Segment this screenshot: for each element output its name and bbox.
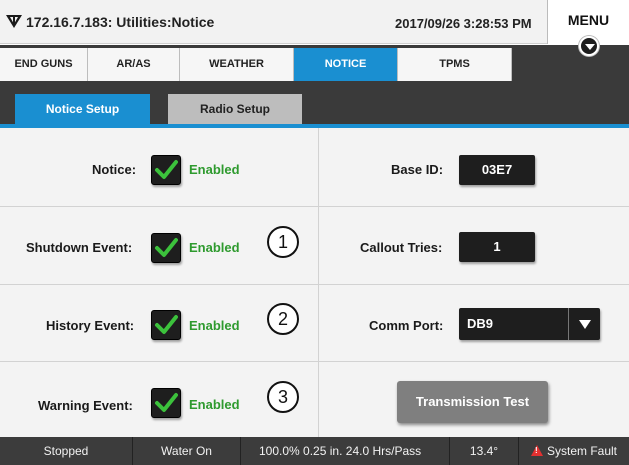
history-event-checkbox[interactable] xyxy=(151,310,181,340)
status-percent: 100.0% xyxy=(259,444,300,458)
comm-port-label: Comm Port: xyxy=(369,318,444,333)
status-bar: Stopped Water On 100.0% 0.25 in. 24.0 Hr… xyxy=(0,437,629,465)
row-divider xyxy=(0,361,629,362)
dropdown-arrow-icon[interactable] xyxy=(568,308,600,340)
status-water: Water On xyxy=(133,437,241,465)
date-time: 2017/09/26 3:28:53 PM xyxy=(395,16,532,31)
warning-event-checkbox[interactable] xyxy=(151,388,181,418)
main-tabs: END GUNS AR/AS WEATHER NOTICE TPMS xyxy=(0,45,629,84)
checkmark-icon xyxy=(155,393,178,412)
tab-ar-as[interactable]: AR/AS xyxy=(88,48,180,81)
callout-tries-field[interactable]: 1 xyxy=(459,232,535,262)
tab-weather[interactable]: WEATHER xyxy=(180,48,294,81)
tab-end-guns[interactable]: END GUNS xyxy=(0,48,88,81)
tab-radio-setup[interactable]: Radio Setup xyxy=(168,94,302,124)
tab-notice[interactable]: NOTICE xyxy=(294,48,398,81)
status-depth: 0.25 in. xyxy=(303,444,343,458)
status-fault[interactable]: System Fault xyxy=(519,437,629,465)
transmission-test-button[interactable]: Transmission Test xyxy=(397,381,548,423)
valley-logo-icon xyxy=(6,15,22,28)
title-bar: 172.16.7.183: Utilities:Notice 2017/09/2… xyxy=(0,0,629,56)
shutdown-event-status: Enabled xyxy=(189,240,240,255)
callout-marker-3: 3 xyxy=(267,381,299,413)
callout-marker-2: 2 xyxy=(267,303,299,335)
menu-button[interactable]: MENU xyxy=(547,0,629,56)
status-fault-label: System Fault xyxy=(546,444,618,458)
chevron-down-icon[interactable] xyxy=(579,36,599,56)
callout-tries-label: Callout Tries: xyxy=(360,240,443,255)
warning-event-status: Enabled xyxy=(189,397,240,412)
status-hrs-pass: 24.0 Hrs/Pass xyxy=(345,444,422,458)
shutdown-event-checkbox[interactable] xyxy=(151,233,181,263)
checkmark-icon xyxy=(155,238,178,257)
column-divider xyxy=(318,128,319,437)
status-application: 100.0% 0.25 in. 24.0 Hrs/Pass xyxy=(241,437,450,465)
sub-tabs: Notice Setup Radio Setup xyxy=(0,84,629,127)
row-divider xyxy=(0,284,629,285)
menu-label: MENU xyxy=(567,12,610,28)
callout-marker-1: 1 xyxy=(267,226,299,258)
notice-checkbox[interactable] xyxy=(151,155,181,185)
comm-port-select[interactable]: DB9 xyxy=(459,308,600,340)
history-event-status: Enabled xyxy=(189,318,240,333)
tab-tpms[interactable]: TPMS xyxy=(398,48,512,81)
page-title: 172.16.7.183: Utilities:Notice xyxy=(26,14,215,30)
checkmark-icon xyxy=(155,315,178,334)
checkmark-icon xyxy=(155,160,178,179)
notice-status: Enabled xyxy=(189,162,240,177)
shutdown-event-label: Shutdown Event: xyxy=(26,240,133,255)
base-id-label: Base ID: xyxy=(391,162,444,177)
history-event-label: History Event: xyxy=(46,318,135,333)
notice-label: Notice: xyxy=(92,162,137,177)
tab-notice-setup[interactable]: Notice Setup xyxy=(15,94,150,124)
base-id-field[interactable]: 03E7 xyxy=(459,155,535,185)
warning-icon xyxy=(530,445,543,456)
status-angle: 13.4° xyxy=(450,437,519,465)
row-divider xyxy=(0,206,629,207)
warning-event-label: Warning Event: xyxy=(38,398,133,413)
status-state: Stopped xyxy=(0,437,133,465)
comm-port-value: DB9 xyxy=(467,316,494,331)
